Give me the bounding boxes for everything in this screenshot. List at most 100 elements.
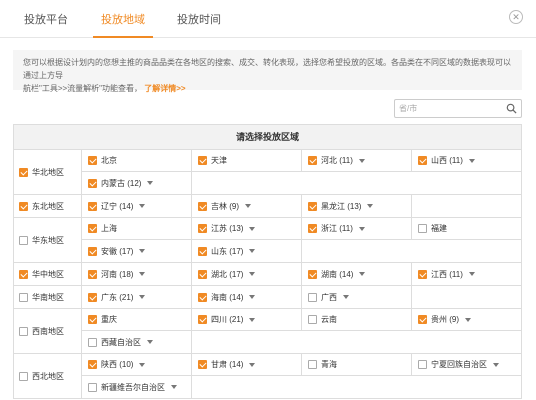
province-option[interactable]: 河南 (18): [82, 263, 192, 285]
region-cell[interactable]: 东北地区: [14, 195, 82, 217]
chevron-down-icon[interactable]: [139, 272, 146, 276]
tab-platform[interactable]: 投放平台: [24, 11, 68, 27]
province-checkbox[interactable]: [198, 201, 207, 211]
province-option[interactable]: 上海: [82, 218, 192, 240]
province-option[interactable]: 甘肃 (14): [192, 354, 302, 376]
province-option[interactable]: 吉林 (9): [192, 195, 302, 217]
region-checkbox[interactable]: [19, 269, 28, 279]
region-cell[interactable]: 西南地区: [14, 309, 82, 353]
chevron-down-icon[interactable]: [249, 272, 256, 276]
province-option[interactable]: 河北 (11): [302, 150, 412, 172]
chevron-down-icon[interactable]: [139, 362, 146, 367]
chevron-down-icon[interactable]: [358, 226, 365, 231]
province-option[interactable]: 海南 (14): [192, 286, 302, 308]
region-checkbox[interactable]: [19, 235, 28, 245]
chevron-down-icon[interactable]: [249, 226, 256, 231]
province-checkbox[interactable]: [308, 269, 317, 279]
province-checkbox[interactable]: [198, 156, 207, 165]
province-option[interactable]: 江苏 (13): [192, 218, 302, 240]
province-checkbox[interactable]: [88, 360, 97, 369]
learn-more-link[interactable]: 了解详情>>: [144, 84, 185, 93]
chevron-down-icon[interactable]: [147, 181, 154, 185]
province-option[interactable]: 浙江 (11): [302, 218, 412, 240]
province-option[interactable]: 青海: [302, 354, 412, 376]
province-option[interactable]: 天津: [192, 150, 302, 172]
province-checkbox[interactable]: [198, 360, 207, 369]
province-checkbox[interactable]: [308, 201, 317, 211]
province-option[interactable]: 广西: [302, 286, 412, 308]
province-checkbox[interactable]: [198, 224, 207, 233]
province-checkbox[interactable]: [308, 360, 317, 369]
region-cell[interactable]: 西北地区: [14, 354, 82, 398]
province-option[interactable]: 湖南 (14): [302, 263, 412, 285]
region-checkbox[interactable]: [19, 371, 28, 381]
chevron-down-icon[interactable]: [139, 249, 146, 253]
province-option[interactable]: 北京: [82, 150, 192, 172]
province-option[interactable]: 新疆维吾尔自治区: [82, 376, 192, 398]
province-checkbox[interactable]: [198, 269, 207, 279]
region-checkbox[interactable]: [19, 292, 28, 302]
region-cell[interactable]: 华东地区: [14, 218, 82, 262]
province-checkbox[interactable]: [198, 315, 207, 324]
province-option[interactable]: 贵州 (9): [412, 309, 521, 331]
province-checkbox[interactable]: [88, 178, 97, 188]
province-checkbox[interactable]: [88, 315, 97, 324]
chevron-down-icon[interactable]: [249, 362, 256, 367]
province-option[interactable]: 辽宁 (14): [82, 195, 192, 217]
chevron-down-icon[interactable]: [249, 249, 256, 253]
province-checkbox[interactable]: [308, 156, 317, 165]
region-checkbox[interactable]: [19, 326, 28, 336]
tab-time[interactable]: 投放时间: [177, 11, 221, 27]
province-option[interactable]: 湖北 (17): [192, 263, 302, 285]
province-checkbox[interactable]: [88, 224, 97, 233]
province-checkbox[interactable]: [418, 315, 427, 324]
chevron-down-icon[interactable]: [465, 317, 471, 322]
province-option[interactable]: 宁夏回族自治区: [412, 354, 521, 376]
province-option[interactable]: 黑龙江 (13): [302, 195, 412, 217]
chevron-down-icon[interactable]: [367, 204, 374, 208]
chevron-down-icon[interactable]: [139, 295, 146, 299]
region-checkbox[interactable]: [19, 201, 28, 211]
province-checkbox[interactable]: [88, 292, 97, 302]
province-checkbox[interactable]: [308, 315, 317, 324]
province-option[interactable]: 内蒙古 (12): [82, 172, 192, 194]
province-checkbox[interactable]: [88, 201, 97, 211]
province-option[interactable]: 广东 (21): [82, 286, 192, 308]
chevron-down-icon[interactable]: [493, 362, 499, 367]
province-checkbox[interactable]: [308, 224, 317, 233]
province-option[interactable]: 四川 (21): [192, 309, 302, 331]
chevron-down-icon[interactable]: [139, 204, 146, 208]
chevron-down-icon[interactable]: [343, 295, 349, 299]
close-icon[interactable]: ✕: [509, 10, 523, 24]
province-checkbox[interactable]: [88, 246, 97, 256]
chevron-down-icon[interactable]: [468, 158, 475, 163]
tab-region[interactable]: 投放地域: [101, 11, 145, 27]
province-option[interactable]: 福建: [412, 218, 521, 240]
chevron-down-icon[interactable]: [358, 158, 365, 163]
chevron-down-icon[interactable]: [245, 204, 251, 208]
province-checkbox[interactable]: [88, 156, 97, 165]
province-option[interactable]: 云南: [302, 309, 412, 331]
province-option[interactable]: 山西 (11): [412, 150, 521, 172]
province-option[interactable]: 西藏自治区: [82, 331, 192, 353]
province-checkbox[interactable]: [88, 382, 97, 392]
region-checkbox[interactable]: [19, 167, 28, 177]
province-checkbox[interactable]: [88, 269, 97, 279]
province-checkbox[interactable]: [198, 292, 207, 302]
region-cell[interactable]: 华中地区: [14, 263, 82, 285]
province-checkbox[interactable]: [88, 337, 97, 347]
province-checkbox[interactable]: [418, 224, 427, 233]
province-search-input[interactable]: [399, 102, 499, 115]
region-cell[interactable]: 华南地区: [14, 286, 82, 308]
province-checkbox[interactable]: [418, 269, 427, 279]
chevron-down-icon[interactable]: [359, 272, 366, 276]
chevron-down-icon[interactable]: [249, 317, 256, 322]
chevron-down-icon[interactable]: [249, 295, 256, 299]
province-checkbox[interactable]: [418, 156, 427, 165]
province-option[interactable]: 山东 (17): [192, 240, 302, 262]
province-option[interactable]: 陕西 (10): [82, 354, 192, 376]
chevron-down-icon[interactable]: [171, 385, 177, 389]
province-checkbox[interactable]: [418, 360, 427, 369]
chevron-down-icon[interactable]: [147, 340, 153, 344]
search-icon[interactable]: [506, 103, 517, 114]
